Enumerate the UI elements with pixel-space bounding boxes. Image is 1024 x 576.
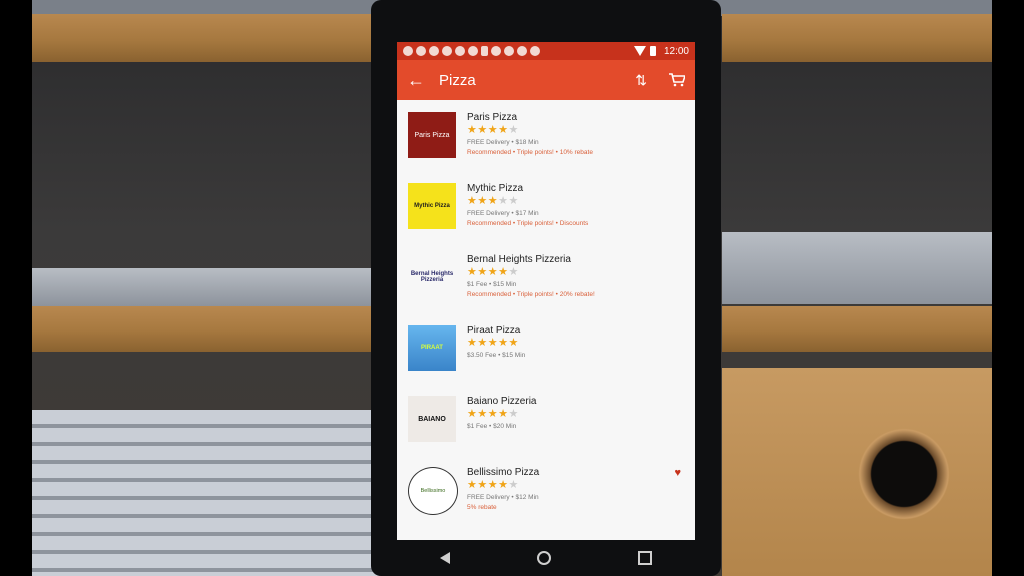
restaurant-name: Mythic Pizza — [467, 183, 524, 194]
phone-screen: 12:00 ← Pizza ⇅ Paris Pizza Paris Pizza … — [397, 42, 695, 540]
restaurant-logo: BAIANO — [408, 396, 456, 442]
restaurant-logo: Paris Pizza — [408, 112, 456, 158]
cart-icon[interactable] — [669, 73, 685, 87]
nav-back-icon[interactable] — [440, 552, 451, 564]
restaurant-info: Paris Pizza ★★★★★ FREE Delivery • $18 Mi… — [467, 112, 593, 156]
promo-tags: Recommended • Triple points! • 10% rebat… — [467, 149, 593, 156]
restaurant-row[interactable]: Mythic Pizza Mythic Pizza ★★★★★ FREE Del… — [397, 171, 695, 242]
promo-tags: Recommended • Triple points! • Discounts — [467, 220, 589, 227]
wifi-icon — [633, 46, 646, 56]
restaurant-logo: Bellissimo — [408, 467, 458, 515]
restaurant-name: Piraat Pizza — [467, 325, 521, 336]
wood-shelf — [32, 306, 382, 352]
restaurant-info: Baiano Pizzeria ★★★★★ $1 Fee • $20 Min — [467, 396, 536, 430]
restaurant-name: Baiano Pizzeria — [467, 396, 537, 407]
restaurant-row[interactable]: Paris Pizza Paris Pizza ★★★★★ FREE Deliv… — [397, 100, 695, 171]
nav-recents-icon[interactable] — [637, 551, 652, 565]
heart-icon[interactable]: ♥ — [674, 467, 681, 479]
notification-icons — [403, 46, 630, 56]
android-nav-bar — [397, 540, 695, 576]
notification-icon — [468, 46, 478, 56]
delivery-info: FREE Delivery • $18 Min — [467, 139, 539, 146]
status-time: 12:00 — [663, 45, 689, 57]
restaurant-name: Bellissimo Pizza — [467, 467, 540, 478]
logo-text: Bernal Heights Pizzeria — [410, 271, 454, 283]
delivery-info: FREE Delivery • $17 Min — [467, 210, 539, 217]
paper-stack — [32, 410, 382, 576]
rating-stars: ★★★★★ — [467, 337, 519, 349]
phone: 12:00 ← Pizza ⇅ Paris Pizza Paris Pizza … — [371, 0, 721, 576]
battery-icon — [649, 46, 656, 56]
restaurant-row[interactable]: PIRAAT Piraat Pizza ★★★★★ $3.50 Fee • $1… — [397, 313, 695, 384]
notification-icon — [491, 46, 501, 56]
rating-stars: ★★★★★ — [467, 479, 519, 491]
rating-stars: ★★★★★ — [467, 195, 519, 207]
notification-icon — [442, 46, 452, 56]
restaurant-info: Piraat Pizza ★★★★★ $3.50 Fee • $15 Min — [467, 325, 525, 359]
page-title: Pizza — [439, 71, 476, 89]
restaurant-logo: PIRAAT — [408, 325, 456, 371]
logo-text: BAIANO — [418, 415, 446, 423]
paper-stack — [32, 268, 382, 306]
restaurant-logo: Mythic Pizza — [408, 183, 456, 229]
restaurant-name: Paris Pizza — [467, 112, 518, 123]
restaurant-row[interactable]: Bernal Heights Pizzeria Bernal Heights P… — [397, 242, 695, 313]
arrow-left-icon[interactable]: ← — [407, 70, 433, 91]
notification-icon — [504, 46, 514, 56]
restaurant-info: Bernal Heights Pizzeria ★★★★★ $1 Fee • $… — [467, 254, 595, 298]
logo-text: Bellissimo — [420, 488, 446, 494]
rating-stars: ★★★★★ — [467, 124, 519, 136]
restaurant-info: Bellissimo Pizza ★★★★★ FREE Delivery • $… — [467, 467, 539, 511]
status-bar: 12:00 — [397, 42, 695, 60]
sort-icon[interactable]: ⇅ — [635, 72, 647, 89]
notification-icon — [455, 46, 465, 56]
notification-icon — [530, 46, 540, 56]
notification-icon — [429, 46, 439, 56]
key-icon — [481, 46, 488, 56]
rating-stars: ★★★★★ — [467, 408, 519, 420]
logo-text: Mythic Pizza — [414, 203, 450, 209]
restaurant-row[interactable]: BAIANO Baiano Pizzeria ★★★★★ $1 Fee • $2… — [397, 384, 695, 455]
logo-text: PIRAAT — [421, 345, 443, 351]
wood-shelf — [722, 306, 992, 352]
delivery-info: FREE Delivery • $12 Min — [467, 494, 539, 501]
restaurant-row[interactable]: Bellissimo Bellissimo Pizza ★★★★★ FREE D… — [397, 455, 695, 526]
wood-shelf — [722, 14, 992, 62]
nav-home-icon[interactable] — [536, 551, 551, 565]
notification-icon — [403, 46, 413, 56]
app-bar: ← Pizza ⇅ — [397, 60, 695, 100]
restaurant-list: Paris Pizza Paris Pizza ★★★★★ FREE Deliv… — [397, 100, 695, 526]
rating-stars: ★★★★★ — [467, 266, 519, 278]
drawer-hole — [852, 422, 956, 526]
delivery-info: $1 Fee • $20 Min — [467, 423, 517, 430]
delivery-info: $3.50 Fee • $15 Min — [467, 352, 526, 359]
promo-tags: 5% rebate — [467, 504, 497, 511]
restaurant-info: Mythic Pizza ★★★★★ FREE Delivery • $17 M… — [467, 183, 588, 227]
restaurant-name: Bernal Heights Pizzeria — [467, 254, 571, 265]
notification-icon — [416, 46, 426, 56]
restaurant-logo: Bernal Heights Pizzeria — [408, 254, 456, 300]
wood-shelf — [32, 14, 382, 62]
logo-text: Paris Pizza — [414, 131, 450, 139]
promo-tags: Recommended • Triple points! • 20% rebat… — [467, 291, 595, 298]
notification-icon — [517, 46, 527, 56]
delivery-info: $1 Fee • $15 Min — [467, 281, 517, 288]
paper-stack — [722, 232, 992, 304]
